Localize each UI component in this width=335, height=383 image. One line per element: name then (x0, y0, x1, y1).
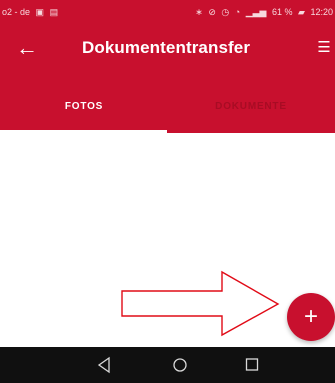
tab-dokumente-label: DOKUMENTE (215, 101, 287, 112)
app-bar: ← Dokumententransfer ☰ (0, 26, 335, 71)
status-bar-right: ∗ ⊘ ◷ ◔ ▁▃▅ 61 % ▰ 12:20 (195, 7, 333, 18)
app-screen: o2 - de ▣ ▤ ∗ ⊘ ◷ ◔ ▁▃▅ 61 % ▰ 12:20 ← D… (0, 0, 335, 383)
red-arrow-annotation (121, 270, 280, 337)
add-button-label: + (303, 303, 318, 330)
battery-percent: 61 % (272, 7, 293, 17)
arrow-left-icon: ← (16, 35, 38, 60)
tab-bar: FOTOS DOKUMENTE (0, 71, 335, 133)
nav-back-button[interactable] (90, 353, 118, 377)
recents-icon (245, 358, 259, 371)
mute-icon: ⊘ (208, 7, 216, 17)
status-bar-left: o2 - de ▣ ▤ (2, 7, 61, 18)
menu-icon: ☰ (317, 39, 331, 56)
tab-fotos[interactable]: FOTOS (0, 71, 168, 133)
home-icon (173, 358, 187, 372)
store-icon: ▤ (49, 7, 59, 17)
tab-fotos-label: FOTOS (64, 101, 104, 112)
android-navigation-bar (0, 347, 335, 383)
page-title: Dokumententransfer (82, 38, 251, 57)
tab-dokumente[interactable]: DOKUMENTE (167, 71, 335, 133)
menu-button[interactable]: ☰ (315, 36, 333, 60)
battery-icon: ▰ (298, 7, 305, 17)
nav-home-button[interactable] (166, 353, 194, 377)
back-icon (97, 356, 110, 374)
signal-icon: ▁▃▅ (245, 7, 267, 17)
status-bar: o2 - de ▣ ▤ ∗ ⊘ ◷ ◔ ▁▃▅ 61 % ▰ 12:20 (0, 0, 335, 26)
back-button[interactable]: ← (12, 34, 42, 64)
bluetooth-icon: ∗ (195, 7, 203, 17)
carrier-label: o2 - de (2, 7, 31, 17)
notification-icon: ▣ (35, 7, 45, 17)
nav-recents-button[interactable] (238, 353, 266, 377)
alarm-icon: ◷ (221, 7, 230, 17)
add-button[interactable]: + (287, 293, 335, 341)
time-label: 12:20 (310, 7, 333, 17)
wifi-icon: ◔ (234, 7, 241, 17)
